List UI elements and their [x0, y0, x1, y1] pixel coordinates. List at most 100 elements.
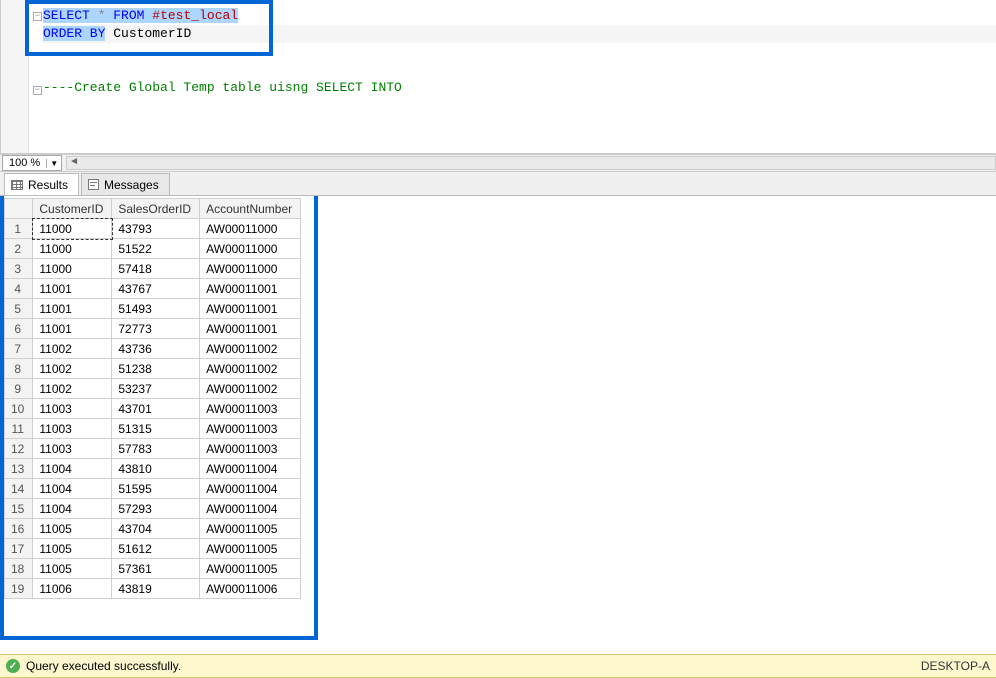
cell-customerid[interactable]: 11004: [33, 499, 112, 519]
cell-salesorderid[interactable]: 72773: [112, 319, 200, 339]
scroll-left-icon[interactable]: ◄: [69, 156, 79, 167]
column-header[interactable]: AccountNumber: [200, 199, 301, 219]
table-row[interactable]: 31100057418AW00011000: [5, 259, 301, 279]
cell-customerid[interactable]: 11001: [33, 299, 112, 319]
table-row[interactable]: 51100151493AW00011001: [5, 299, 301, 319]
row-number[interactable]: 3: [5, 259, 33, 279]
cell-salesorderid[interactable]: 57783: [112, 439, 200, 459]
cell-salesorderid[interactable]: 57418: [112, 259, 200, 279]
cell-accountnumber[interactable]: AW00011000: [200, 219, 301, 239]
table-row[interactable]: 171100551612AW00011005: [5, 539, 301, 559]
cell-accountnumber[interactable]: AW00011002: [200, 359, 301, 379]
cell-accountnumber[interactable]: AW00011000: [200, 259, 301, 279]
code-text[interactable]: SELECT * FROM #test_local ORDER BY Custo…: [43, 7, 996, 97]
row-number[interactable]: 5: [5, 299, 33, 319]
zoom-combo[interactable]: 100 % ▼: [2, 155, 62, 171]
cell-customerid[interactable]: 11000: [33, 259, 112, 279]
row-number[interactable]: 15: [5, 499, 33, 519]
row-number[interactable]: 8: [5, 359, 33, 379]
cell-accountnumber[interactable]: AW00011001: [200, 319, 301, 339]
table-row[interactable]: 71100243736AW00011002: [5, 339, 301, 359]
column-header[interactable]: SalesOrderID: [112, 199, 200, 219]
results-table[interactable]: CustomerID SalesOrderID AccountNumber 11…: [4, 198, 301, 599]
sql-editor-pane[interactable]: − − SELECT * FROM #test_local ORDER BY C…: [0, 0, 996, 154]
row-number[interactable]: 4: [5, 279, 33, 299]
cell-salesorderid[interactable]: 51522: [112, 239, 200, 259]
cell-salesorderid[interactable]: 51595: [112, 479, 200, 499]
cell-salesorderid[interactable]: 43701: [112, 399, 200, 419]
cell-accountnumber[interactable]: AW00011003: [200, 419, 301, 439]
row-number[interactable]: 14: [5, 479, 33, 499]
cell-salesorderid[interactable]: 43819: [112, 579, 200, 599]
cell-customerid[interactable]: 11005: [33, 539, 112, 559]
cell-salesorderid[interactable]: 53237: [112, 379, 200, 399]
cell-accountnumber[interactable]: AW00011004: [200, 479, 301, 499]
cell-accountnumber[interactable]: AW00011002: [200, 379, 301, 399]
cell-customerid[interactable]: 11005: [33, 559, 112, 579]
table-row[interactable]: 41100143767AW00011001: [5, 279, 301, 299]
cell-accountnumber[interactable]: AW00011004: [200, 459, 301, 479]
row-number[interactable]: 18: [5, 559, 33, 579]
cell-accountnumber[interactable]: AW00011005: [200, 539, 301, 559]
table-row[interactable]: 61100172773AW00011001: [5, 319, 301, 339]
table-row[interactable]: 11100043793AW00011000: [5, 219, 301, 239]
cell-customerid[interactable]: 11002: [33, 379, 112, 399]
cell-customerid[interactable]: 11006: [33, 579, 112, 599]
cell-salesorderid[interactable]: 51493: [112, 299, 200, 319]
cell-customerid[interactable]: 11002: [33, 359, 112, 379]
cell-accountnumber[interactable]: AW00011004: [200, 499, 301, 519]
table-row[interactable]: 131100443810AW00011004: [5, 459, 301, 479]
cell-salesorderid[interactable]: 43767: [112, 279, 200, 299]
table-row[interactable]: 141100451595AW00011004: [5, 479, 301, 499]
cell-salesorderid[interactable]: 57361: [112, 559, 200, 579]
table-row[interactable]: 91100253237AW00011002: [5, 379, 301, 399]
cell-customerid[interactable]: 11000: [33, 219, 112, 239]
cell-accountnumber[interactable]: AW00011003: [200, 399, 301, 419]
cell-customerid[interactable]: 11004: [33, 479, 112, 499]
cell-accountnumber[interactable]: AW00011005: [200, 559, 301, 579]
chevron-down-icon[interactable]: ▼: [46, 159, 61, 168]
horizontal-scrollbar[interactable]: ◄: [66, 156, 996, 170]
cell-salesorderid[interactable]: 43704: [112, 519, 200, 539]
table-row[interactable]: 191100643819AW00011006: [5, 579, 301, 599]
row-number[interactable]: 2: [5, 239, 33, 259]
tab-results[interactable]: Results: [4, 173, 79, 195]
cell-accountnumber[interactable]: AW00011002: [200, 339, 301, 359]
table-row[interactable]: 21100051522AW00011000: [5, 239, 301, 259]
cell-customerid[interactable]: 11001: [33, 279, 112, 299]
fold-toggle-icon[interactable]: −: [33, 86, 42, 95]
cell-salesorderid[interactable]: 57293: [112, 499, 200, 519]
row-number[interactable]: 17: [5, 539, 33, 559]
cell-customerid[interactable]: 11001: [33, 319, 112, 339]
cell-accountnumber[interactable]: AW00011000: [200, 239, 301, 259]
cell-accountnumber[interactable]: AW00011003: [200, 439, 301, 459]
cell-customerid[interactable]: 11004: [33, 459, 112, 479]
table-row[interactable]: 121100357783AW00011003: [5, 439, 301, 459]
row-number[interactable]: 11: [5, 419, 33, 439]
row-number[interactable]: 7: [5, 339, 33, 359]
row-number[interactable]: 16: [5, 519, 33, 539]
cell-accountnumber[interactable]: AW00011005: [200, 519, 301, 539]
cell-salesorderid[interactable]: 51315: [112, 419, 200, 439]
row-number[interactable]: 13: [5, 459, 33, 479]
tab-messages[interactable]: Messages: [81, 173, 170, 195]
cell-accountnumber[interactable]: AW00011001: [200, 299, 301, 319]
row-number[interactable]: 10: [5, 399, 33, 419]
fold-toggle-icon[interactable]: −: [33, 12, 42, 21]
row-number[interactable]: 9: [5, 379, 33, 399]
table-row[interactable]: 111100351315AW00011003: [5, 419, 301, 439]
cell-accountnumber[interactable]: AW00011006: [200, 579, 301, 599]
cell-salesorderid[interactable]: 51238: [112, 359, 200, 379]
cell-customerid[interactable]: 11003: [33, 439, 112, 459]
table-row[interactable]: 181100557361AW00011005: [5, 559, 301, 579]
column-header[interactable]: CustomerID: [33, 199, 112, 219]
cell-accountnumber[interactable]: AW00011001: [200, 279, 301, 299]
cell-customerid[interactable]: 11005: [33, 519, 112, 539]
cell-salesorderid[interactable]: 43810: [112, 459, 200, 479]
cell-customerid[interactable]: 11000: [33, 239, 112, 259]
cell-salesorderid[interactable]: 43793: [112, 219, 200, 239]
cell-customerid[interactable]: 11003: [33, 419, 112, 439]
row-number[interactable]: 19: [5, 579, 33, 599]
table-row[interactable]: 151100457293AW00011004: [5, 499, 301, 519]
row-header-corner[interactable]: [5, 199, 33, 219]
